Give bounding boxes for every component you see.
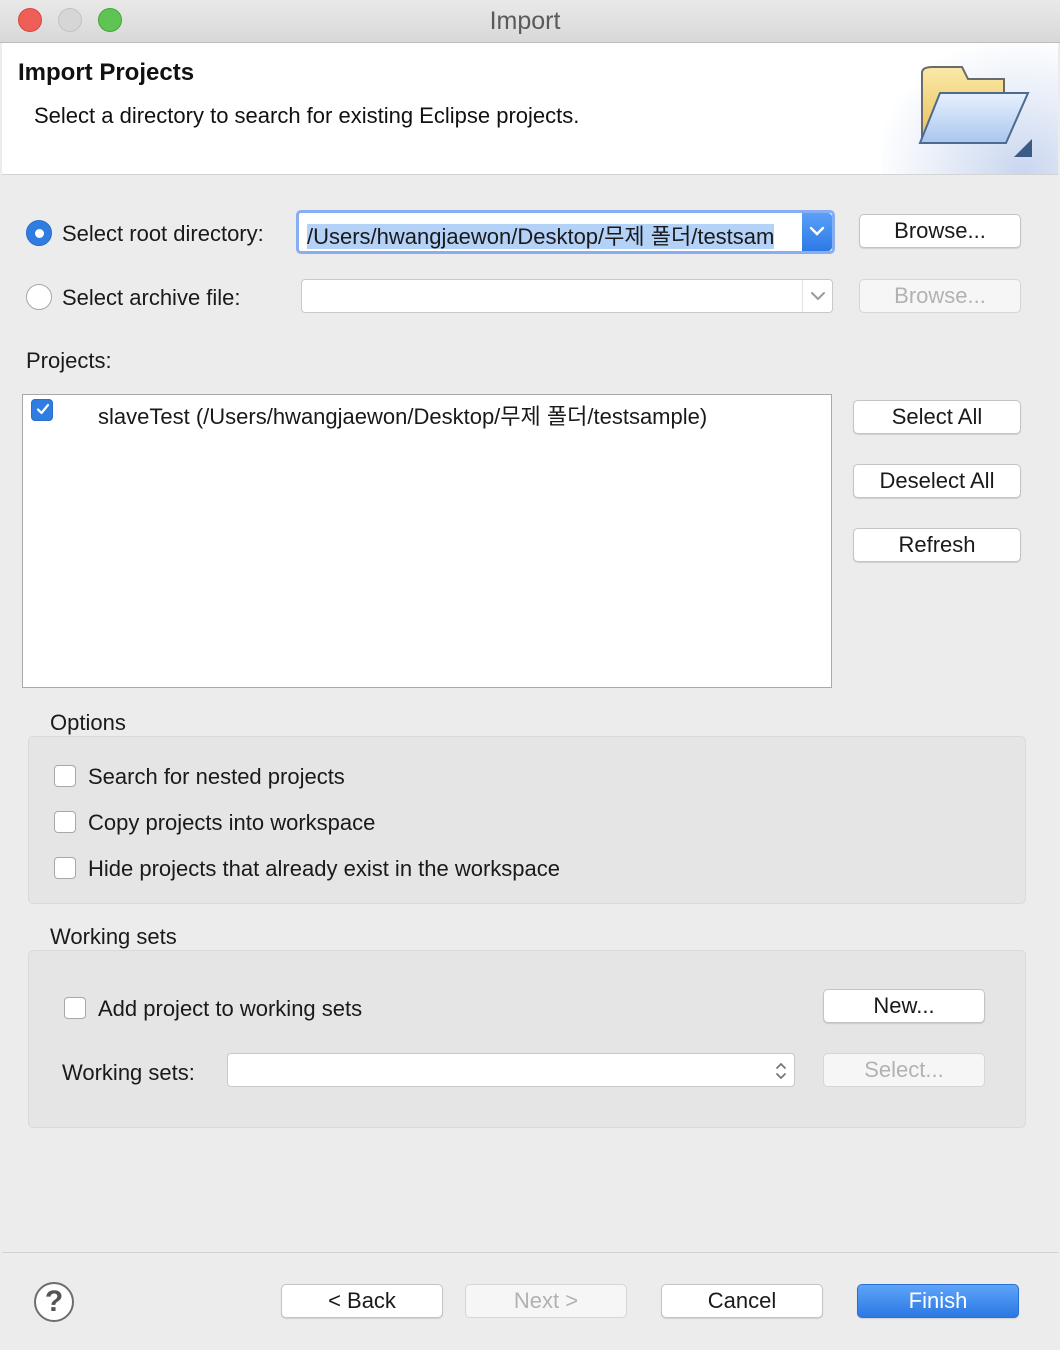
options-group: Search for nested projects Copy projects…	[28, 736, 1026, 904]
page-title: Import Projects	[18, 59, 195, 86]
window-title: Import	[489, 7, 561, 35]
archive-file-dropdown-button[interactable]	[802, 280, 832, 312]
browse-directory-button[interactable]: Browse...	[859, 214, 1021, 248]
projects-label: Projects:	[26, 348, 112, 373]
project-checkbox[interactable]	[31, 399, 53, 421]
back-button[interactable]: < Back	[281, 1284, 443, 1318]
nested-projects-label[interactable]: Search for nested projects	[88, 764, 345, 790]
checkmark-icon	[36, 403, 50, 415]
up-down-chevron-icon	[776, 1062, 786, 1080]
page-description: Select a directory to search for existin…	[34, 103, 580, 128]
archive-file-combo[interactable]	[301, 279, 833, 313]
wizard-header: Import Projects Select a directory to se…	[2, 43, 1058, 175]
root-directory-label: Select root directory:	[62, 221, 264, 246]
options-title: Options	[50, 710, 126, 735]
working-sets-title: Working sets	[50, 924, 177, 949]
folder-icon	[918, 66, 1032, 157]
select-working-sets-button[interactable]: Select...	[823, 1053, 985, 1087]
archive-file-radio[interactable]	[26, 284, 52, 310]
copy-projects-checkbox[interactable]	[54, 811, 76, 833]
next-button[interactable]: Next >	[465, 1284, 627, 1318]
working-sets-label: Working sets:	[62, 1060, 195, 1085]
refresh-button[interactable]: Refresh	[853, 528, 1021, 562]
chevron-down-icon	[811, 292, 825, 301]
project-list-item[interactable]: slaveTest (/Users/hwangjaewon/Desktop/무제…	[98, 399, 707, 431]
wizard-banner	[882, 43, 1058, 174]
hide-existing-label[interactable]: Hide projects that already exist in the …	[88, 856, 560, 882]
add-to-working-sets-checkbox[interactable]	[64, 997, 86, 1019]
root-directory-dropdown-button[interactable]	[802, 213, 832, 251]
archive-file-label: Select archive file:	[62, 285, 241, 310]
deselect-all-button[interactable]: Deselect All	[853, 464, 1021, 498]
footer-separator	[2, 1252, 1058, 1253]
hide-existing-checkbox[interactable]	[54, 857, 76, 879]
working-sets-group: Add project to working sets New... Worki…	[28, 950, 1026, 1128]
root-directory-radio[interactable]	[26, 220, 52, 246]
browse-archive-button[interactable]: Browse...	[859, 279, 1021, 313]
chevron-down-icon	[809, 226, 825, 236]
finish-button[interactable]: Finish	[857, 1284, 1019, 1318]
projects-list[interactable]: slaveTest (/Users/hwangjaewon/Desktop/무제…	[22, 394, 832, 688]
root-directory-value[interactable]: /Users/hwangjaewon/Desktop/무제 폴더/testsam	[307, 219, 797, 251]
nested-projects-checkbox[interactable]	[54, 765, 76, 787]
cancel-button[interactable]: Cancel	[661, 1284, 823, 1318]
add-to-working-sets-label[interactable]: Add project to working sets	[98, 996, 362, 1022]
copy-projects-label[interactable]: Copy projects into workspace	[88, 810, 375, 836]
select-all-button[interactable]: Select All	[853, 400, 1021, 434]
help-icon[interactable]: ?	[34, 1282, 74, 1322]
new-working-set-button[interactable]: New...	[823, 989, 985, 1023]
root-directory-combo[interactable]: /Users/hwangjaewon/Desktop/무제 폴더/testsam	[296, 210, 835, 254]
working-sets-combo[interactable]	[227, 1053, 795, 1087]
